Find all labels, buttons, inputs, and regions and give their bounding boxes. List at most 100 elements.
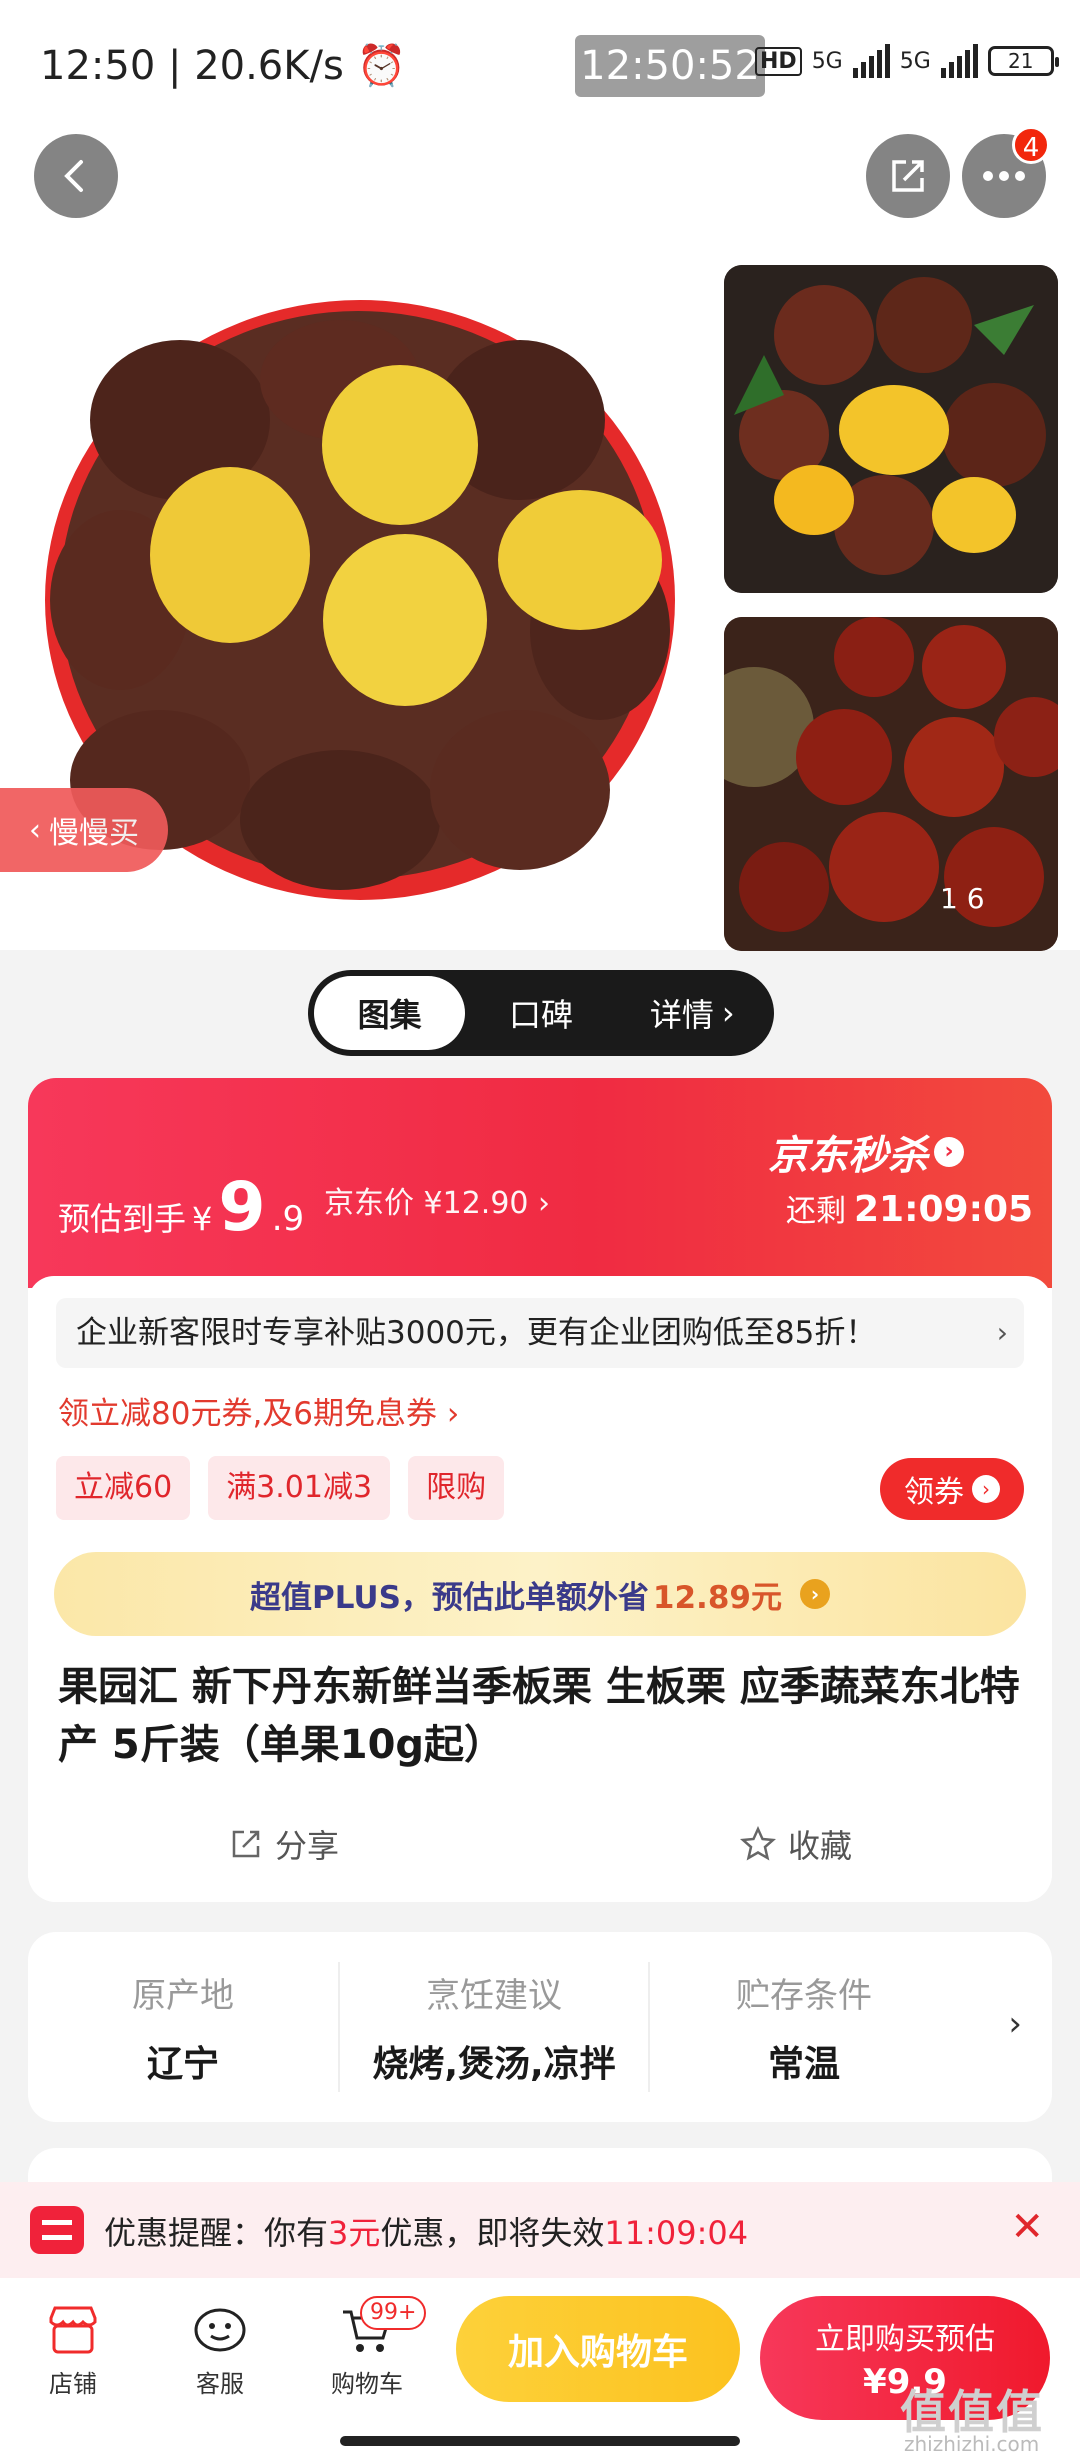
favorite-action[interactable]: 收藏: [540, 1814, 1052, 1874]
share-action[interactable]: 分享: [28, 1814, 540, 1874]
price-card: 预估到手 ¥ 9 .9 京东价 ¥12.90 › 京东秒杀 › 还剩 21:09:…: [28, 1078, 1052, 1902]
slow-buy-tag[interactable]: ‹ 慢慢买: [0, 788, 168, 872]
notice-text: 企业新客限时专享补贴3000元，更有企业团购低至85折！: [76, 1315, 877, 1351]
cart-count-badge: 99+: [360, 2296, 427, 2330]
buy-now-label: 立即购买预估: [815, 2322, 995, 2357]
tab-details-label: 详情: [649, 996, 714, 1034]
coupon-offer-link[interactable]: 领立减80元券,及6期免息券 ›: [58, 1388, 459, 1433]
back-arrow-icon: [64, 160, 83, 192]
chevron-right-icon: ›: [996, 1316, 1008, 1349]
promo-tag[interactable]: 立减60: [56, 1456, 191, 1520]
cart-label: 购物车: [331, 2370, 403, 2398]
service-label: 客服: [196, 2370, 244, 2398]
alarm-icon: ⏰: [356, 43, 407, 89]
watermark-url: zhizhizhi.com: [904, 2432, 1040, 2456]
attr-value: 烧烤,煲汤,凉拌: [372, 2043, 616, 2085]
get-coupon-label: 领券: [904, 1475, 964, 1510]
chevron-left-icon: ‹: [29, 812, 41, 848]
price-decimal: .9: [271, 1199, 305, 1239]
status-bar: 12:50 | 20.6K/s ⏰ 12:50:52 HD 5G 5G 21: [0, 0, 1080, 130]
status-icons: HD 5G 5G 21: [755, 44, 1059, 78]
attr-cooking: 烹饪建议 烧烤,煲汤,凉拌: [338, 1962, 648, 2092]
attr-key: 原产地: [132, 1975, 234, 2016]
flash-sale-label: 京东秒杀: [768, 1133, 928, 1179]
reminder-text: 优惠提醒：你有3元优惠，即将失效11:09:04: [104, 2208, 748, 2254]
reminder-timer: 11:09:04: [604, 2214, 749, 2252]
add-to-cart-button[interactable]: 加入购物车: [456, 2296, 740, 2402]
signal-icon: [852, 44, 890, 78]
attr-value: 辽宁: [146, 2043, 219, 2085]
currency-symbol: ¥: [192, 1200, 213, 1238]
share-button[interactable]: [866, 134, 950, 218]
favorite-label: 收藏: [787, 1827, 852, 1865]
price-integer: 9: [218, 1168, 266, 1247]
product-gallery[interactable]: 4 1 6 ‹ 慢慢买: [0, 126, 1080, 951]
signal-icon-2: [940, 44, 978, 78]
signal-5g-label-2: 5G: [899, 48, 931, 74]
close-icon[interactable]: ✕: [1010, 2204, 1044, 2250]
battery-icon: 21: [987, 46, 1059, 76]
product-attributes[interactable]: 原产地 辽宁 烹饪建议 烧烤,煲汤,凉拌 贮存条件 常温 ›: [28, 1932, 1052, 2122]
star-icon: [739, 1826, 776, 1861]
product-title: 果园汇 新下丹东新鲜当季板栗 生板栗 应季蔬菜东北特产 5斤装（单果10g起）: [58, 1664, 1020, 1768]
countdown-time: 21:09:05: [854, 1189, 1034, 1230]
enterprise-notice[interactable]: 企业新客限时专享补贴3000元，更有企业团购低至85折！ ›: [56, 1298, 1024, 1368]
section-tabs: 图集 口碑 详情 ›: [308, 970, 774, 1056]
share-label: 分享: [274, 1827, 339, 1865]
back-button[interactable]: [34, 134, 118, 218]
est-label: 预估到手: [58, 1200, 187, 1238]
chevron-right-icon: ›: [721, 994, 735, 1032]
attr-storage: 贮存条件 常温: [648, 1962, 958, 2092]
chevron-right-icon: ›: [972, 1475, 1000, 1503]
time-text: 12:50: [40, 43, 156, 89]
promo-tag[interactable]: 限购: [408, 1456, 505, 1520]
gallery-counter: 1 6: [940, 882, 985, 915]
tab-reviews[interactable]: 口碑: [465, 976, 616, 1050]
store-button[interactable]: 店铺: [18, 2304, 128, 2399]
home-indicator[interactable]: [340, 2436, 740, 2446]
net-speed: | 20.6K/s: [168, 43, 344, 89]
overlay-clock: 12:50:52: [575, 35, 765, 97]
coupon-icon: [30, 2206, 84, 2254]
flash-countdown: 还剩 21:09:05: [786, 1186, 1033, 1230]
attr-origin: 原产地 辽宁: [28, 1962, 338, 2092]
chat-face-icon: [194, 2308, 246, 2352]
service-button[interactable]: 客服: [165, 2304, 275, 2399]
share-icon: [232, 1830, 260, 1858]
plus-prefix: 超值PLUS，预估此单额外省: [250, 1579, 649, 1616]
message-badge: 4: [1012, 126, 1050, 164]
flash-sale-badge[interactable]: 京东秒杀 ›: [768, 1123, 964, 1181]
jd-price-link[interactable]: 京东价 ¥12.90 ›: [324, 1178, 550, 1222]
slow-buy-label: 慢慢买: [49, 816, 139, 851]
plus-savings-banner[interactable]: 超值PLUS，预估此单额外省 12.89元 ›: [54, 1552, 1026, 1636]
share-icon: [892, 160, 924, 192]
chevron-right-icon[interactable]: ›: [1008, 2004, 1022, 2044]
product-actions: 分享 收藏: [28, 1814, 1052, 1874]
signal-5g-label: 5G: [811, 48, 843, 74]
gallery-thumbnail-1[interactable]: [724, 265, 1058, 593]
attr-value: 常温: [767, 2043, 840, 2085]
price-header: 预估到手 ¥ 9 .9 京东价 ¥12.90 › 京东秒杀 › 还剩 21:09:…: [28, 1078, 1052, 1288]
gallery-thumbnail-2[interactable]: [724, 617, 1058, 951]
discount-reminder[interactable]: 优惠提醒：你有3元优惠，即将失效11:09:04 ✕: [0, 2182, 1080, 2278]
tab-details[interactable]: 详情 ›: [617, 976, 768, 1050]
get-coupon-button[interactable]: 领券 ›: [880, 1458, 1024, 1520]
reminder-amount: 3元: [328, 2214, 381, 2252]
attr-key: 烹饪建议: [426, 1975, 562, 2016]
promo-body: 企业新客限时专享补贴3000元，更有企业团购低至85折！ › 领立减80元券,及…: [28, 1276, 1052, 1902]
plus-amount: 12.89元: [652, 1579, 782, 1616]
status-time: 12:50 | 20.6K/s ⏰: [40, 42, 406, 89]
store-label: 店铺: [49, 2370, 97, 2398]
chevron-right-icon: ›: [799, 1579, 830, 1609]
chevron-right-icon: ›: [934, 1137, 964, 1167]
attr-key: 贮存条件: [736, 1975, 872, 2016]
bottom-action-bar: 店铺 客服 购物车 99+ 加入购物车 立即购买预估 ¥9.9 值值值 zhiz…: [0, 2278, 1080, 2460]
reminder-prefix: 优惠提醒：你有: [104, 2214, 329, 2252]
promo-tag[interactable]: 满3.01减3: [208, 1456, 391, 1520]
remaining-label: 还剩: [786, 1194, 846, 1229]
more-dots-icon: [983, 171, 1025, 181]
tab-gallery[interactable]: 图集: [314, 976, 466, 1050]
store-icon: [49, 2306, 97, 2354]
reminder-middle: 优惠，即将失效: [380, 2214, 605, 2252]
hd-icon: HD: [755, 46, 802, 76]
